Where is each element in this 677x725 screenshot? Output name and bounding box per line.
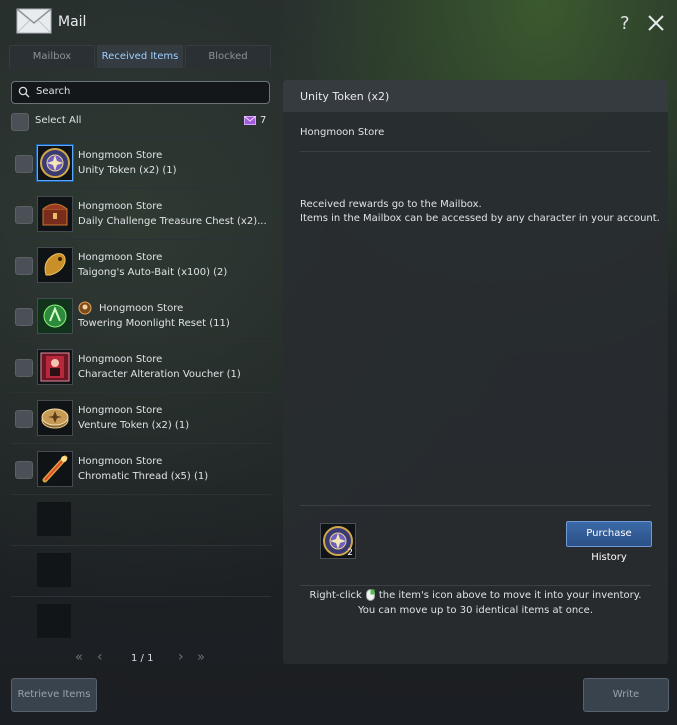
divider xyxy=(300,585,651,586)
treasure-chest-icon[interactable] xyxy=(37,196,73,232)
list-item[interactable]: Hongmoon Store Character Alteration Vouc… xyxy=(11,341,271,392)
mail-count: 7 xyxy=(260,115,267,126)
item-sender: Hongmoon Store xyxy=(78,405,163,416)
divider xyxy=(300,505,651,506)
tab-bar: Mailbox Received Items Blocked xyxy=(9,45,271,68)
item-checkbox[interactable] xyxy=(15,359,33,377)
detail-sender: Hongmoon Store xyxy=(300,127,385,138)
purchase-history-button[interactable]: Purchase History xyxy=(566,521,652,563)
empty-slot xyxy=(11,545,271,596)
item-checkbox[interactable] xyxy=(15,206,33,224)
empty-slot-frame xyxy=(37,502,71,536)
moonlight-reset-icon[interactable] xyxy=(37,298,73,334)
item-sender: Hongmoon Store xyxy=(99,303,184,314)
hint-line: Right-click the item's icon above to mov… xyxy=(283,589,668,601)
list-item[interactable]: Hongmoon Store Venture Token (x2) (1) xyxy=(11,392,271,443)
item-checkbox[interactable] xyxy=(15,461,33,479)
divider xyxy=(300,151,651,152)
hint-line-2: You can move up to 30 identical items at… xyxy=(357,605,594,616)
item-name: Venture Token (x2) (1) xyxy=(78,420,190,431)
npc-badge-icon xyxy=(78,301,92,315)
list-item[interactable]: Hongmoon Store Taigong's Auto-Bait (x100… xyxy=(11,239,271,290)
chromatic-thread-icon[interactable] xyxy=(37,451,73,487)
help-button[interactable]: ? xyxy=(620,13,630,34)
mail-detail-panel: Unity Token (x2) Hongmoon Store Received… xyxy=(283,80,668,664)
next-page-icon[interactable]: › xyxy=(178,649,184,665)
search-placeholder: Search xyxy=(36,86,71,97)
write-button[interactable]: Write xyxy=(583,678,669,712)
item-checkbox[interactable] xyxy=(15,308,33,326)
item-checkbox[interactable] xyxy=(15,155,33,173)
right-click-mouse-icon xyxy=(365,589,375,601)
select-all-checkbox[interactable] xyxy=(11,113,29,131)
item-sender: Hongmoon Store xyxy=(78,354,163,365)
select-all-label: Select All xyxy=(35,115,82,126)
item-sender: Hongmoon Store xyxy=(78,252,163,263)
last-page-icon[interactable]: » xyxy=(197,650,205,665)
retrieve-items-button[interactable]: Retrieve Items xyxy=(11,678,97,712)
item-name: Taigong's Auto-Bait (x100) (2) xyxy=(78,267,228,278)
item-name: Character Alteration Voucher (1) xyxy=(78,369,241,380)
attachment-count: 2 xyxy=(347,548,353,558)
empty-slot xyxy=(11,494,271,545)
fish-bait-icon[interactable] xyxy=(37,247,73,283)
tab-mailbox[interactable]: Mailbox xyxy=(9,45,95,68)
tab-blocked[interactable]: Blocked xyxy=(185,45,271,68)
title-bar: Mail ? xyxy=(0,0,677,44)
item-checkbox[interactable] xyxy=(15,410,33,428)
search-icon xyxy=(18,86,30,98)
mail-count-icon xyxy=(244,116,256,125)
item-sender: Hongmoon Store xyxy=(78,150,163,161)
detail-body: Received rewards go to the Mailbox. Item… xyxy=(300,198,660,226)
page-indicator: 1 / 1 xyxy=(131,653,154,664)
detail-header: Unity Token (x2) xyxy=(283,80,668,112)
list-item[interactable]: Hongmoon Store Towering Moonlight Reset … xyxy=(11,290,271,341)
alteration-voucher-icon[interactable] xyxy=(37,349,73,385)
list-item[interactable]: Hongmoon Store Unity Token (x2) (1) xyxy=(11,137,271,188)
prev-page-icon[interactable]: ‹ xyxy=(97,649,103,665)
empty-slot-frame xyxy=(37,604,71,638)
detail-title: Unity Token (x2) xyxy=(300,90,390,103)
mail-icon xyxy=(16,8,52,34)
first-page-icon[interactable]: « xyxy=(75,650,83,665)
item-sender: Hongmoon Store xyxy=(78,456,163,467)
item-name: Towering Moonlight Reset (11) xyxy=(78,318,230,329)
item-name: Daily Challenge Treasure Chest (x2)... xyxy=(78,216,267,227)
list-item[interactable]: Hongmoon Store Chromatic Thread (x5) (1) xyxy=(11,443,271,494)
search-input[interactable]: Search xyxy=(11,81,270,104)
item-name: Unity Token (x2) (1) xyxy=(78,165,177,176)
window-title: Mail xyxy=(58,14,87,30)
close-icon[interactable] xyxy=(645,12,667,34)
body-line: Received rewards go to the Mailbox. xyxy=(300,199,482,210)
unity-token-icon[interactable] xyxy=(37,145,73,181)
item-checkbox[interactable] xyxy=(15,257,33,275)
hint-suffix: the item's icon above to move it into yo… xyxy=(378,590,642,601)
body-line: Items in the Mailbox can be accessed by … xyxy=(300,213,660,224)
item-sender: Hongmoon Store xyxy=(78,201,163,212)
venture-token-icon[interactable] xyxy=(37,400,73,436)
list-item[interactable]: Hongmoon Store Daily Challenge Treasure … xyxy=(11,188,271,239)
tab-received-items[interactable]: Received Items xyxy=(97,45,183,68)
item-name: Chromatic Thread (x5) (1) xyxy=(78,471,209,482)
attachment-slot[interactable]: 2 xyxy=(320,523,356,559)
empty-slot xyxy=(11,596,271,647)
hint-prefix: Right-click xyxy=(309,590,362,601)
pagination: « ‹ 1 / 1 › » xyxy=(75,649,215,667)
empty-slot-frame xyxy=(37,553,71,587)
